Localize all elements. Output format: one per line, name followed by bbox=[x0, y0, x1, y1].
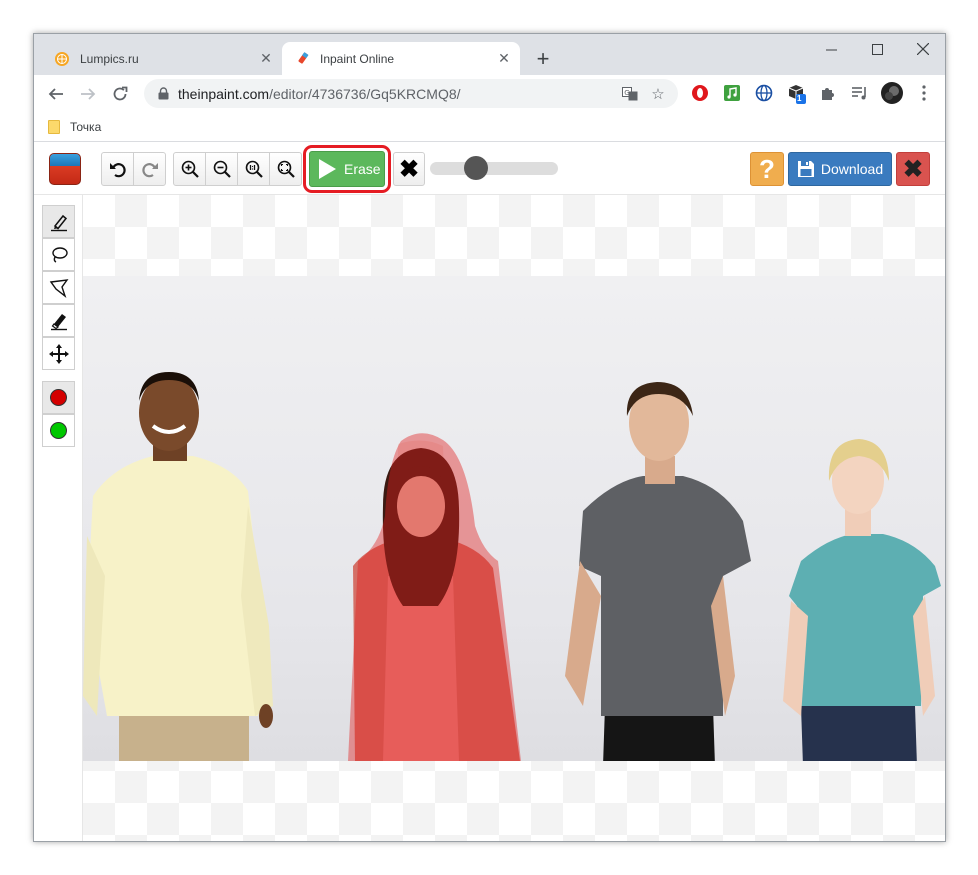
download-label: Download bbox=[820, 161, 884, 177]
kebab-menu-icon[interactable] bbox=[910, 79, 938, 107]
redo-icon bbox=[141, 163, 158, 178]
red-swatch-dot bbox=[50, 389, 67, 406]
person-2 bbox=[348, 433, 521, 761]
people-photo bbox=[83, 372, 941, 761]
lasso-tool[interactable] bbox=[42, 238, 75, 271]
extension-badge: 1 bbox=[797, 94, 802, 103]
lock-icon bbox=[156, 87, 170, 100]
url-text: theinpaint.com/editor/4736736/Gq5KRCMQ8/ bbox=[178, 86, 616, 102]
save-floppy-icon bbox=[797, 161, 814, 177]
zoom-fit-button[interactable] bbox=[269, 152, 302, 186]
red-marker-swatch[interactable] bbox=[42, 381, 75, 414]
download-button[interactable]: Download bbox=[788, 152, 892, 186]
eraser-tool[interactable] bbox=[42, 304, 75, 337]
tab-inpaint[interactable]: Inpaint Online ✕ bbox=[282, 42, 520, 75]
person-3 bbox=[565, 382, 751, 761]
zoom-out-button[interactable] bbox=[205, 152, 238, 186]
zoom-in-button[interactable] bbox=[173, 152, 206, 186]
person-1 bbox=[83, 372, 273, 761]
bookmark-star-icon[interactable]: ☆ bbox=[644, 80, 672, 108]
svg-text:G: G bbox=[624, 88, 629, 96]
redo-button[interactable] bbox=[133, 152, 166, 186]
marker-tool[interactable] bbox=[42, 205, 75, 238]
clear-selection-button[interactable]: ✖ bbox=[393, 152, 425, 186]
x-icon: ✖ bbox=[902, 155, 924, 183]
zoom-1to1-icon bbox=[245, 160, 263, 178]
puzzle-extensions-icon[interactable] bbox=[814, 79, 842, 107]
x-icon: ✖ bbox=[398, 155, 420, 183]
translate-icon[interactable]: G bbox=[616, 80, 644, 108]
zoom-out-icon bbox=[213, 160, 231, 178]
help-label: ? bbox=[759, 153, 775, 184]
bookmark-folder-tochka[interactable]: Точка bbox=[48, 119, 102, 134]
green-marker-swatch[interactable] bbox=[42, 414, 75, 447]
editor-canvas[interactable] bbox=[83, 195, 945, 841]
new-tab-button[interactable]: + bbox=[530, 46, 556, 72]
profile-avatar[interactable] bbox=[878, 79, 906, 107]
tab-title: Inpaint Online bbox=[320, 51, 395, 66]
inpaint-logo bbox=[49, 153, 81, 185]
tab-strip: Lumpics.ru ✕ Inpaint Online ✕ + bbox=[34, 34, 945, 75]
back-arrow-icon[interactable] bbox=[40, 78, 72, 110]
url-domain: theinpaint.com bbox=[178, 85, 270, 102]
zoom-fit-icon bbox=[277, 160, 295, 178]
marker-icon bbox=[50, 214, 67, 231]
erase-button[interactable]: Erase bbox=[309, 151, 385, 187]
undo-button[interactable] bbox=[101, 152, 134, 186]
url-path: /editor/4736736/Gq5KRCMQ8/ bbox=[269, 85, 461, 102]
slider-handle[interactable] bbox=[464, 156, 489, 180]
window-close-icon[interactable] bbox=[900, 34, 945, 64]
close-editor-button[interactable]: ✖ bbox=[896, 152, 930, 186]
browser-window: Lumpics.ru ✕ Inpaint Online ✕ + theinpai… bbox=[33, 33, 946, 842]
polygon-lasso-tool[interactable] bbox=[42, 271, 75, 304]
history-group bbox=[101, 152, 166, 186]
zoom-group bbox=[173, 152, 302, 186]
brush-size-slider[interactable] bbox=[430, 156, 558, 180]
cube-extension-icon[interactable]: 1 bbox=[782, 79, 810, 107]
tab-close-icon[interactable]: ✕ bbox=[256, 49, 276, 69]
inpaint-app: Erase ✖ ? Download ✖ bbox=[34, 143, 945, 841]
playlist-icon[interactable] bbox=[846, 79, 874, 107]
forward-arrow-icon[interactable] bbox=[72, 78, 104, 110]
folder-icon bbox=[48, 119, 60, 134]
erase-label: Erase bbox=[344, 161, 381, 177]
tab-lumpics[interactable]: Lumpics.ru ✕ bbox=[42, 42, 282, 75]
zoom-in-icon bbox=[181, 160, 199, 178]
tool-palette bbox=[34, 195, 83, 841]
bookmarks-bar: Точка bbox=[34, 112, 945, 142]
move-tool[interactable] bbox=[42, 337, 75, 370]
play-icon bbox=[319, 159, 336, 179]
green-swatch-dot bbox=[50, 422, 67, 439]
orange-favicon-icon bbox=[54, 51, 70, 67]
minimize-icon[interactable] bbox=[808, 34, 854, 64]
polygon-lasso-icon bbox=[49, 278, 68, 298]
address-bar[interactable]: theinpaint.com/editor/4736736/Gq5KRCMQ8/… bbox=[144, 79, 678, 108]
eraser-icon bbox=[50, 313, 67, 330]
reload-icon[interactable] bbox=[104, 78, 136, 110]
bookmark-label: Точка bbox=[70, 119, 102, 134]
undo-icon bbox=[109, 163, 126, 178]
photo-image[interactable] bbox=[83, 276, 945, 761]
browser-toolbar: theinpaint.com/editor/4736736/Gq5KRCMQ8/… bbox=[34, 75, 945, 112]
zoom-actual-size-button[interactable] bbox=[237, 152, 270, 186]
lasso-icon bbox=[51, 246, 68, 263]
maximize-icon[interactable] bbox=[854, 34, 900, 64]
globe-extension-icon[interactable] bbox=[750, 79, 778, 107]
help-button[interactable]: ? bbox=[750, 152, 784, 186]
opera-extension-icon[interactable] bbox=[686, 79, 714, 107]
marker-favicon-icon bbox=[294, 51, 310, 67]
tab-close-icon[interactable]: ✕ bbox=[494, 49, 514, 69]
person-4 bbox=[783, 439, 941, 761]
move-arrows-icon bbox=[48, 343, 69, 364]
app-toolbar: Erase ✖ ? Download ✖ bbox=[34, 143, 945, 195]
tab-title: Lumpics.ru bbox=[80, 51, 139, 66]
music-extension-icon[interactable] bbox=[718, 79, 746, 107]
